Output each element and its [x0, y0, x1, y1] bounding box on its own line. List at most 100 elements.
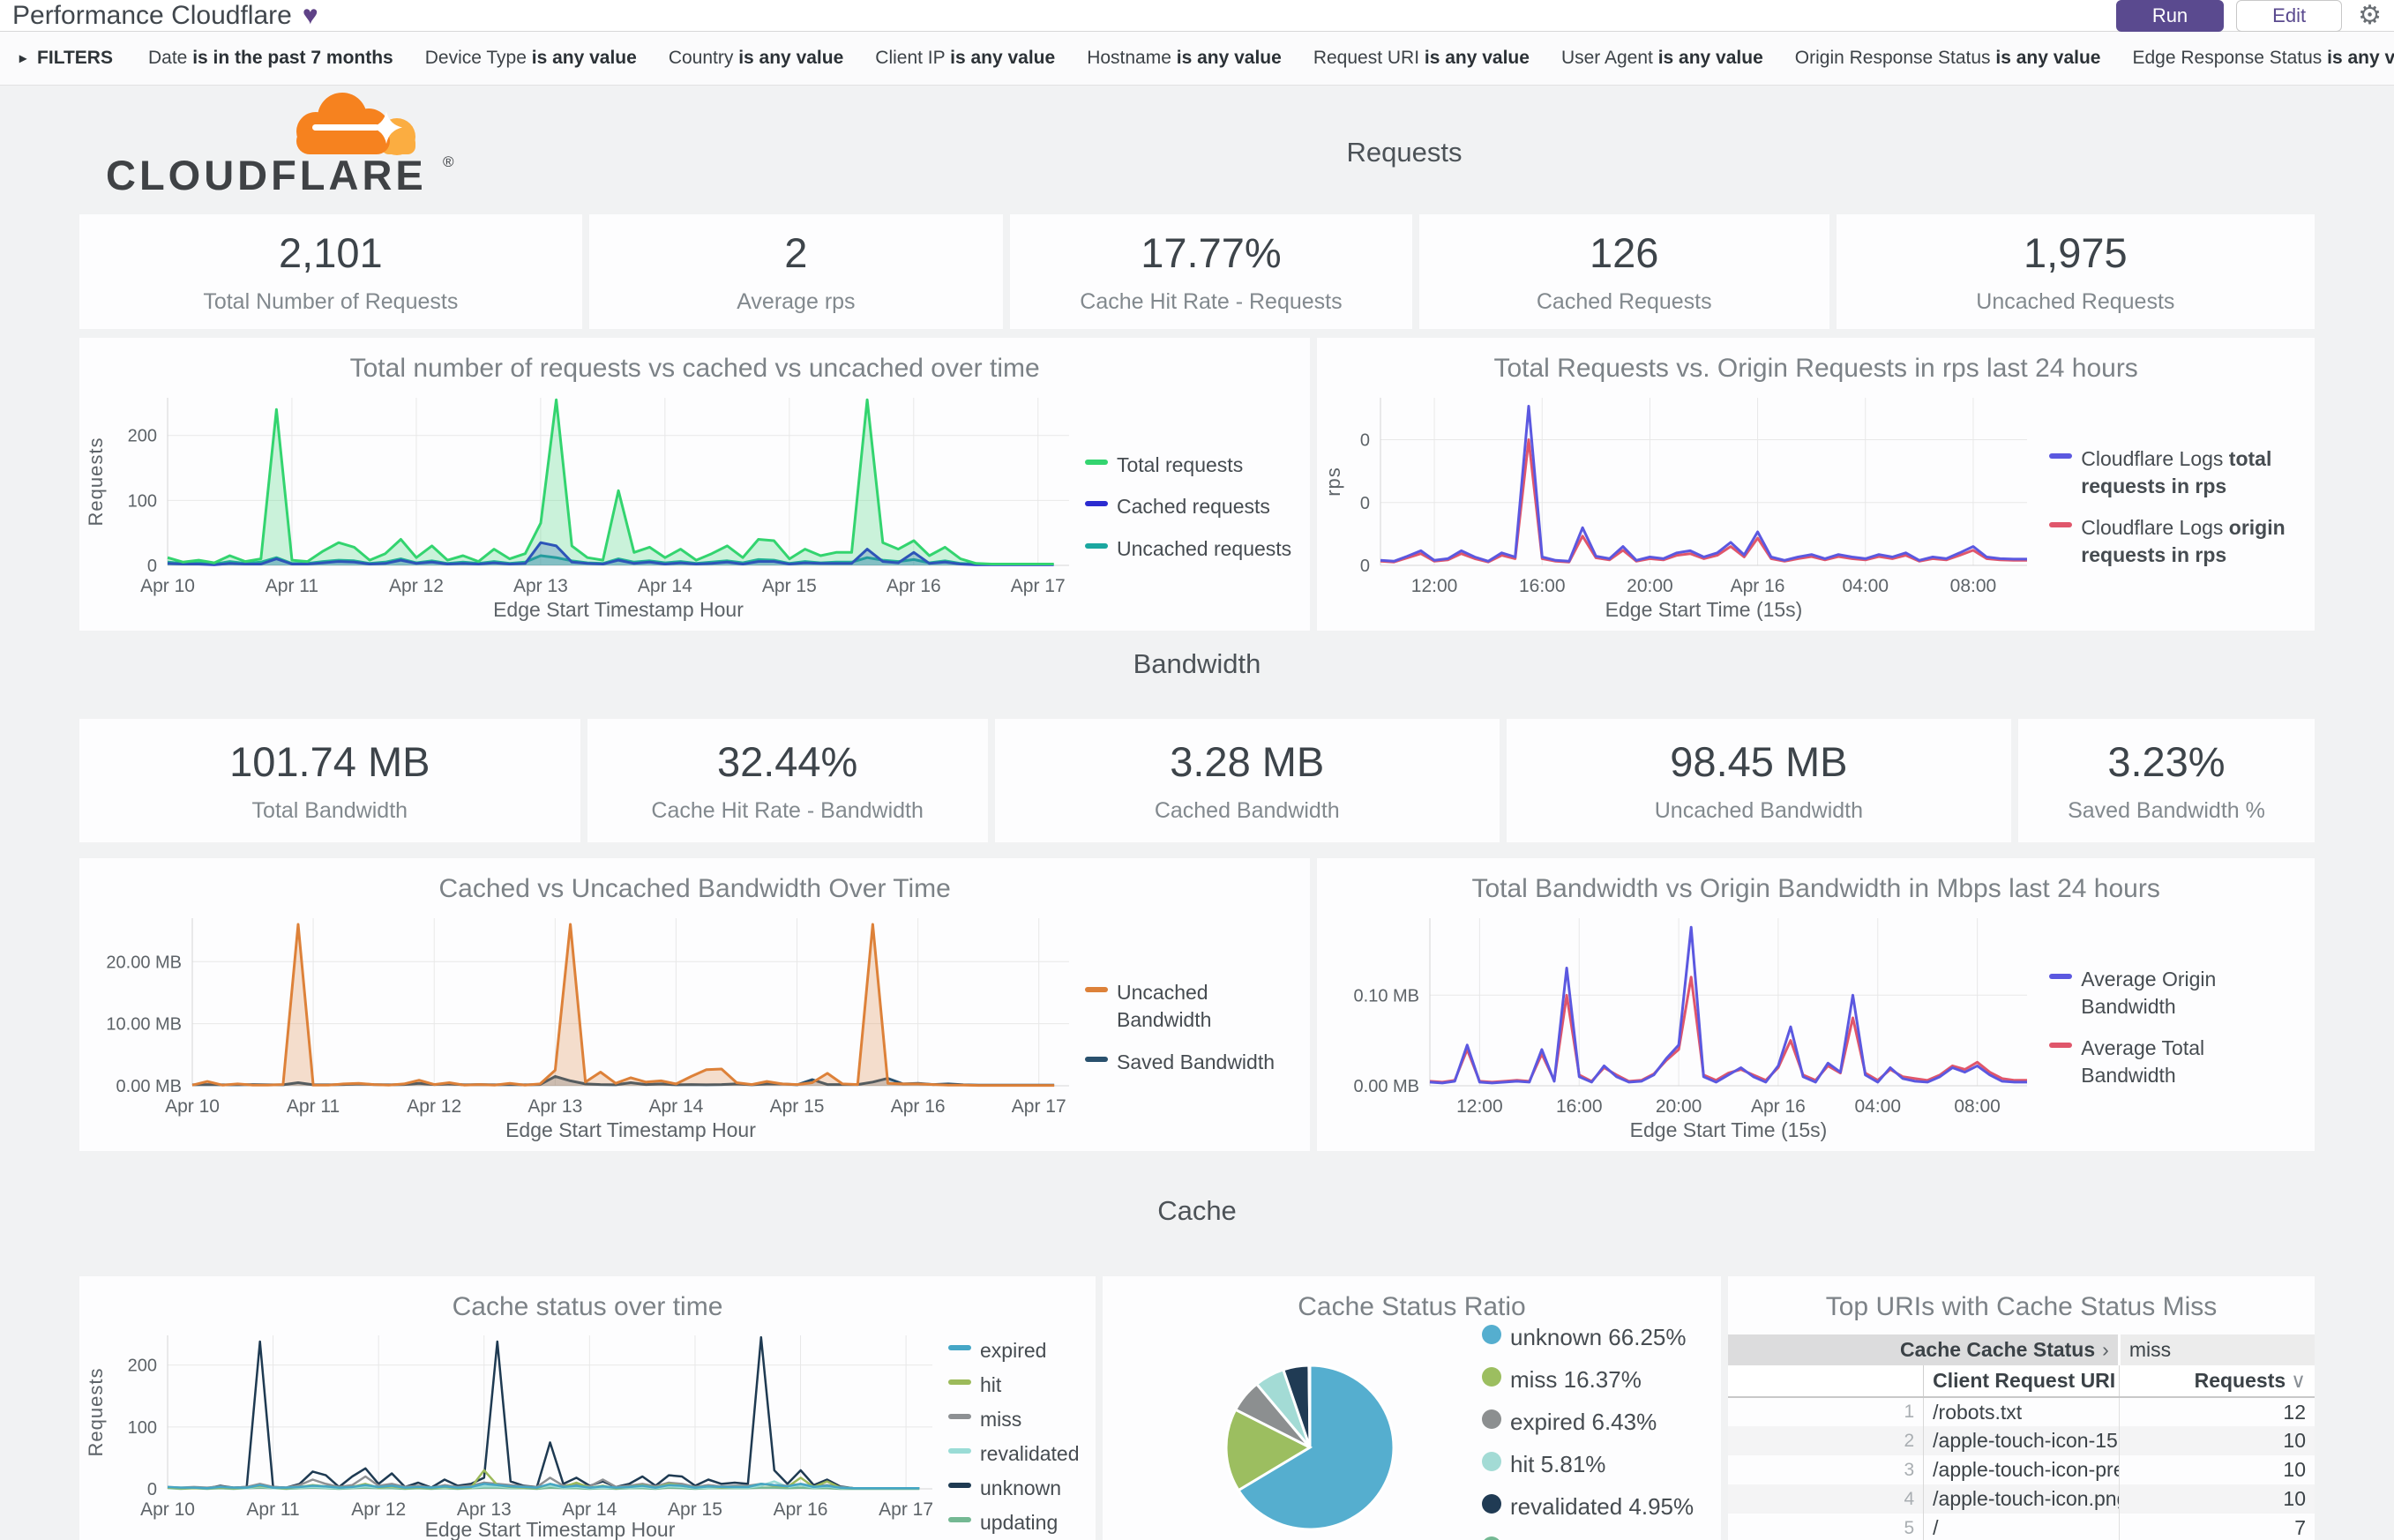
pie-legend-item-hit[interactable]: hit 5.81% [1482, 1449, 1710, 1480]
svg-text:Apr 12: Apr 12 [389, 576, 444, 596]
svg-text:0.10 MB: 0.10 MB [1354, 986, 1419, 1005]
legend-item-hit[interactable]: hit [948, 1372, 1085, 1399]
pie-legend-item-unknown[interactable]: unknown 66.25% [1482, 1322, 1710, 1353]
kpi-row-requests: 2,101 Total Number of Requests 2 Average… [79, 214, 2315, 329]
kpi-label: Average rps [737, 289, 855, 315]
svg-text:Apr 16: Apr 16 [1751, 1096, 1806, 1117]
kpi-value: 1,975 [2024, 228, 2128, 277]
logo-row: CLOUDFLARE ® Requests [79, 91, 2315, 211]
pie-slice-updating[interactable] [1309, 1365, 1310, 1447]
filters-toggle[interactable]: ▸ FILTERS [19, 48, 113, 69]
filter-country[interactable]: Country is any value [669, 48, 843, 69]
group-header-cell[interactable]: Cache Cache Status› [1728, 1334, 2119, 1365]
filter-field: Country [669, 48, 738, 68]
kpi-value: 98.45 MB [1670, 737, 1847, 786]
filter-edge-response-status[interactable]: Edge Response Status is any value [2132, 48, 2394, 69]
legend-item-total-requests-in-rps[interactable]: Cloudflare Logs total requests in rps [2049, 445, 2304, 500]
filter-field: Client IP [875, 48, 950, 68]
table-row[interactable]: 1/robots.txt12 [1728, 1397, 2315, 1426]
kpi-row-bandwidth: 101.74 MB Total Bandwidth 32.44% Cache H… [79, 719, 2315, 842]
legend-item-updating[interactable]: updating [948, 1509, 1085, 1536]
svg-text:Edge Start Timestamp Hour: Edge Start Timestamp Hour [505, 1118, 756, 1141]
legend-item-revalidated[interactable]: revalidated [948, 1440, 1085, 1468]
filter-field: Origin Response Status [1795, 48, 1996, 68]
filter-field: User Agent [1561, 48, 1658, 68]
filter-origin-response-status[interactable]: Origin Response Status is any value [1795, 48, 2101, 69]
pie-legend-label: hit 5.81% [1510, 1449, 1605, 1480]
filter-hostname[interactable]: Hostname is any value [1087, 48, 1282, 69]
filter-condition: is any value [1425, 48, 1530, 68]
kpi-uncached-bandwidth: 98.45 MB Uncached Bandwidth [1507, 719, 2011, 842]
column-header-requests[interactable]: Requests∨ [2119, 1365, 2315, 1397]
filter-device-type[interactable]: Device Type is any value [425, 48, 637, 69]
kpi-label: Total Bandwidth [252, 798, 408, 824]
legend-item-saved-bandwidth[interactable]: Saved Bandwidth [1085, 1049, 1299, 1076]
row-uri[interactable]: /apple-touch-icon-precomposed.png [1924, 1455, 2120, 1484]
kpi-total-requests: 2,101 Total Number of Requests [79, 214, 582, 329]
row-uri[interactable]: /apple-touch-icon.png [1924, 1484, 2120, 1514]
chart-requests-over-time: Total number of requests vs cached vs un… [79, 338, 1310, 631]
legend-item-average-origin-bandwidth[interactable]: Average Origin Bandwidth [2049, 966, 2304, 1020]
row-uri[interactable]: /robots.txt [1924, 1397, 2120, 1426]
kpi-label: Cache Hit Rate - Bandwidth [651, 798, 923, 824]
table-row[interactable]: 5/7 [1728, 1514, 2315, 1540]
svg-text:Apr 14: Apr 14 [562, 1499, 617, 1520]
legend-item-total-requests[interactable]: Total requests [1085, 452, 1299, 479]
filter-items: Date is in the past 7 months Device Type … [148, 48, 2394, 69]
legend-item-expired[interactable]: expired [948, 1337, 1085, 1364]
kpi-value: 101.74 MB [229, 737, 430, 786]
legend-swatch [2049, 522, 2072, 527]
row-uri[interactable]: /apple-touch-icon-152x152.png [1924, 1426, 2120, 1455]
kpi-label: Total Number of Requests [203, 289, 458, 315]
column-header-uri[interactable]: Client Request URI Wrap [1924, 1365, 2120, 1397]
row-uri[interactable]: / [1924, 1514, 2120, 1540]
table-row[interactable]: 2/apple-touch-icon-152x152.png10 [1728, 1426, 2315, 1455]
filter-field: Device Type [425, 48, 532, 68]
table-row[interactable]: 4/apple-touch-icon.png10 [1728, 1484, 2315, 1514]
row-index: 4 [1728, 1484, 1924, 1514]
table-row[interactable]: 3/apple-touch-icon-precomposed.png10 [1728, 1455, 2315, 1484]
filter-field: Edge Response Status [2132, 48, 2327, 68]
legend-item-miss[interactable]: miss [948, 1406, 1085, 1433]
svg-text:0: 0 [1360, 557, 1370, 576]
pie-legend-item-miss[interactable]: miss 16.37% [1482, 1364, 1710, 1395]
filter-condition: is any value [2327, 48, 2394, 68]
svg-text:12:00: 12:00 [1456, 1096, 1503, 1117]
legend-item-unknown[interactable]: unknown [948, 1475, 1085, 1502]
pie-legend-item-revalidated[interactable]: revalidated 4.95% [1482, 1491, 1710, 1522]
pie-legend-label: expired 6.43% [1510, 1407, 1657, 1438]
cloudflare-logo: CLOUDFLARE ® [79, 91, 494, 203]
filter-client-ip[interactable]: Client IP is any value [875, 48, 1055, 69]
svg-text:20.00 MB: 20.00 MB [106, 953, 182, 972]
svg-text:16:00: 16:00 [1556, 1096, 1603, 1117]
legend-item-uncached-requests[interactable]: Uncached requests [1085, 535, 1299, 563]
legend-item-cached-requests[interactable]: Cached requests [1085, 493, 1299, 520]
svg-text:Apr 10: Apr 10 [140, 576, 195, 596]
svg-text:Apr 16: Apr 16 [1731, 576, 1785, 596]
legend-item-uncached-bandwidth[interactable]: Uncached Bandwidth [1085, 979, 1299, 1034]
chart-row-bandwidth: Cached vs Uncached Bandwidth Over Time A… [79, 858, 2315, 1151]
kpi-cache-hit-rate-bandwidth: 32.44% Cache Hit Rate - Bandwidth [587, 719, 988, 842]
edit-button[interactable]: Edit [2236, 0, 2342, 32]
kpi-label: Uncached Requests [1976, 289, 2174, 315]
filter-condition: is any value [1658, 48, 1763, 68]
legend-item-average-total-bandwidth[interactable]: Average Total Bandwidth [2049, 1035, 2304, 1089]
filter-date[interactable]: Date is in the past 7 months [148, 48, 393, 69]
svg-text:Apr 14: Apr 14 [648, 1096, 703, 1117]
pie-legend-item-expired[interactable]: expired 6.43% [1482, 1407, 1710, 1438]
filter-user-agent[interactable]: User Agent is any value [1561, 48, 1763, 69]
kpi-label: Cache Hit Rate - Requests [1080, 289, 1342, 315]
legend-dot [1482, 1536, 1501, 1540]
chart-body: Apr 10Apr 11Apr 12Apr 13Apr 14Apr 15Apr … [79, 904, 1310, 1151]
legend-item-origin-requests-in-rps[interactable]: Cloudflare Logs origin requests in rps [2049, 514, 2304, 569]
legend-label: miss [980, 1406, 1021, 1433]
run-button[interactable]: Run [2116, 0, 2224, 32]
settings-gear-icon[interactable]: ⚙ [2358, 0, 2382, 31]
kpi-label: Uncached Bandwidth [1655, 798, 1863, 824]
filter-request-uri[interactable]: Request URI is any value [1313, 48, 1530, 69]
table-column-header-row: Client Request URI Wrap Requests∨ [1728, 1365, 2315, 1397]
svg-text:200: 200 [128, 1357, 157, 1376]
table-title: Top URIs with Cache Status Miss [1728, 1276, 2315, 1334]
cloud-main [296, 93, 390, 154]
pie-legend-item-updating[interactable]: updating 0.19% [1482, 1534, 1710, 1540]
